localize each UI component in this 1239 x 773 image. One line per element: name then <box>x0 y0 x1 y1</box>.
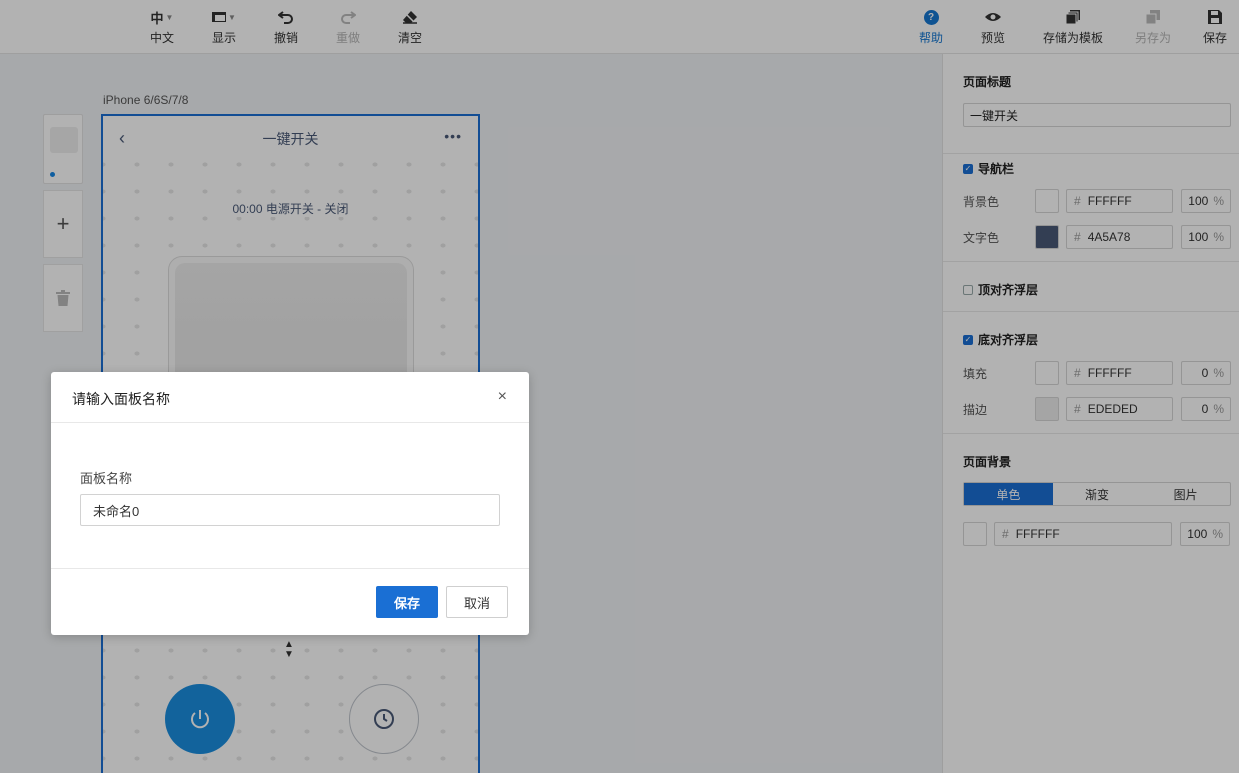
panel-name-label: 面板名称 <box>80 471 133 486</box>
panel-name-input[interactable] <box>80 494 500 526</box>
dialog-body: 面板名称 <box>51 423 529 569</box>
dialog-cancel-button[interactable]: 取消 <box>446 586 508 618</box>
close-icon[interactable]: × <box>498 389 507 405</box>
dialog-save-button[interactable]: 保存 <box>376 586 438 618</box>
dialog-title: 请输入面板名称 <box>72 391 170 407</box>
panel-name-dialog: 请输入面板名称 × 面板名称 保存 取消 <box>51 372 529 635</box>
dialog-header: 请输入面板名称 × <box>51 372 529 423</box>
dialog-footer: 保存 取消 <box>51 569 529 635</box>
